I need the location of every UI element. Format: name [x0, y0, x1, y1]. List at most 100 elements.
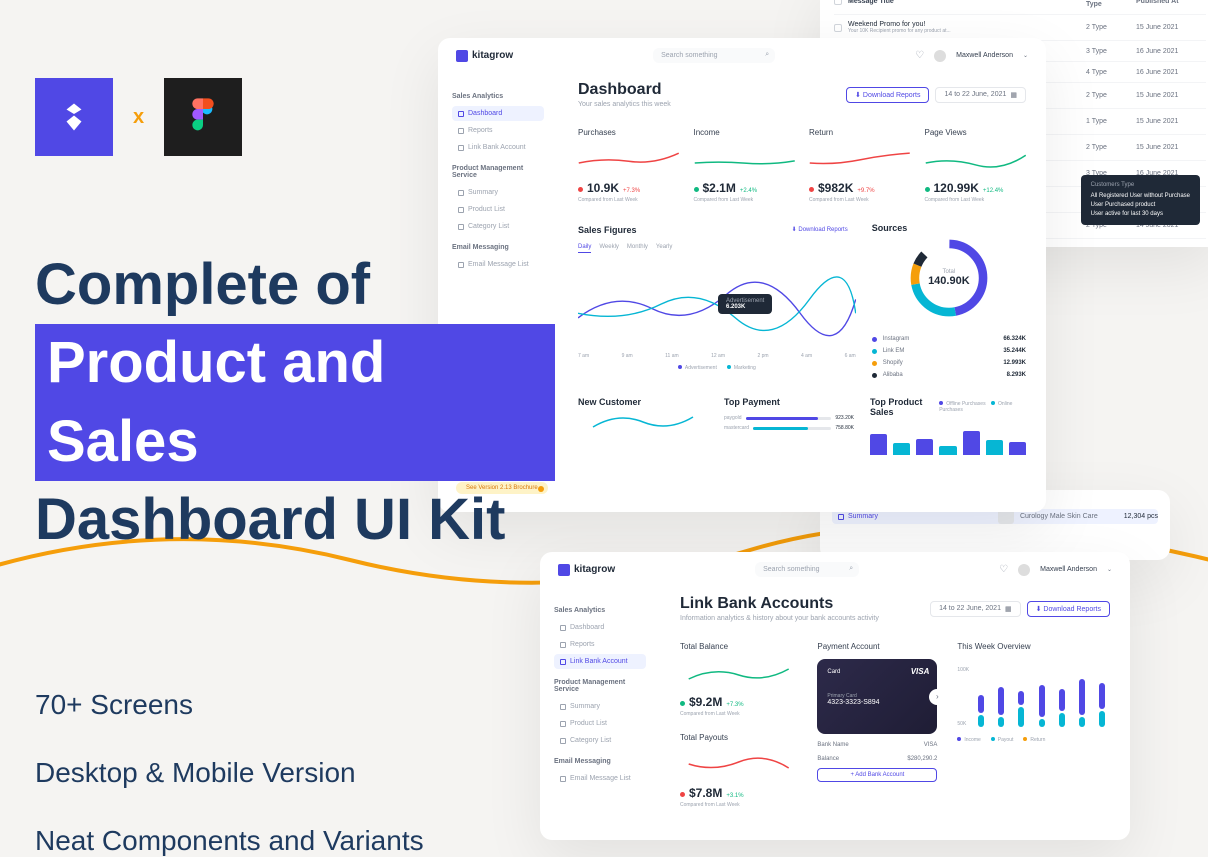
- top-payment-panel: Top Payment paygold923.20Kmastercard758.…: [724, 397, 854, 455]
- figures-tabs: Daily Weekly Monthly Yearly: [578, 244, 856, 253]
- grid-icon: [560, 625, 566, 631]
- metric-income: Income$2.1M+2.4%Compared from Last Week: [694, 128, 796, 203]
- headline-line3: Dashboard UI Kit: [35, 481, 555, 559]
- calendar-icon: ▦: [1010, 91, 1017, 99]
- metric-return: Return$982K+9.7%Compared from Last Week: [809, 128, 911, 203]
- bell-icon[interactable]: ♡: [999, 564, 1008, 575]
- credit-card[interactable]: Card VISA Primary Card 4323-3323-S894: [817, 659, 937, 734]
- kitagrow-logo: [35, 78, 113, 156]
- headline-line1: Complete of: [35, 246, 555, 324]
- user-name[interactable]: Maxwell Anderson: [1040, 566, 1097, 573]
- sidebar-item-emaillist[interactable]: Email Message List: [554, 771, 646, 786]
- source-item: Shopify12.993K: [872, 357, 1026, 369]
- page-subtitle: Your sales analytics this week: [578, 101, 671, 108]
- hero-panel: x Complete of Product and Sales Dashboar…: [35, 0, 555, 840]
- download-reports-link[interactable]: ⬇ Download Reports: [784, 223, 856, 236]
- user-name[interactable]: Maxwell Anderson: [956, 52, 1013, 59]
- sales-line-chart: Advertisement 6.203K: [578, 259, 856, 349]
- sources-donut: Total 140.90K: [904, 233, 994, 323]
- week-overview-panel: This Week Overview 100K50K: [957, 642, 1110, 808]
- sales-figures-panel: Sales Figures ⬇ Download Reports Daily W…: [578, 223, 856, 381]
- week-bars: [973, 667, 1110, 727]
- search-input[interactable]: Search something: [755, 562, 859, 577]
- date-range-picker[interactable]: 14 to 22 June, 2021▦: [930, 601, 1021, 617]
- product-pcs: 12,304 pcs: [1124, 513, 1158, 520]
- date-range-picker[interactable]: 14 to 22 June, 2021▦: [935, 87, 1026, 103]
- checkbox-icon[interactable]: [834, 0, 842, 5]
- brand: kitagrow: [558, 564, 615, 576]
- bank-subtitle: Information analytics & history about yo…: [680, 615, 879, 622]
- table-header-date: Published At: [1136, 0, 1206, 5]
- dashboard-main: Dashboard Your sales analytics this week…: [558, 73, 1046, 463]
- metrics-row: Purchases10.9K+7.3%Compared from Last We…: [578, 128, 1026, 203]
- headline: Complete of Product and Sales Dashboard …: [35, 246, 555, 559]
- table-header-type: Customers Type: [1086, 0, 1136, 8]
- total-balance-metric: Total Balance $9.2M+7.3% Compared from L…: [680, 642, 797, 808]
- product-name: Curology Male Skin Care: [1020, 513, 1098, 520]
- file-icon: [560, 642, 566, 648]
- sales-figures-title: Sales Figures: [578, 225, 637, 235]
- calendar-icon: ▦: [1005, 605, 1012, 613]
- sidebar-item-linkbank[interactable]: Link Bank Account: [554, 654, 646, 669]
- metric-page views: Page Views120.99K+12.4%Compared from Las…: [925, 128, 1027, 203]
- list-icon: [560, 704, 566, 710]
- logo-row: x: [35, 78, 555, 156]
- source-item: Link EM35.244K: [872, 345, 1026, 357]
- feature-3: Neat Components and Variants: [35, 825, 555, 857]
- metric-purchases: Purchases10.9K+7.3%Compared from Last We…: [578, 128, 680, 203]
- download-reports-button[interactable]: ⬇Download Reports: [846, 87, 929, 103]
- feature-2: Desktop & Mobile Version: [35, 757, 555, 789]
- tag-icon: [560, 738, 566, 744]
- sources-title: Sources: [872, 223, 1026, 233]
- sources-panel: Sources Total 140.90K Instag: [872, 223, 1026, 381]
- tab-daily[interactable]: Daily: [578, 244, 591, 253]
- card-next-button[interactable]: ›: [929, 689, 945, 705]
- chart-tooltip: Advertisement 6.203K: [718, 294, 772, 314]
- chevron-down-icon[interactable]: ⌄: [1107, 566, 1112, 573]
- x-axis: 7 am9 am11 am12 am2 pm4 am6 am: [578, 353, 856, 359]
- bell-icon[interactable]: ♡: [915, 50, 924, 61]
- chevron-down-icon[interactable]: ⌄: [1023, 52, 1028, 59]
- figures-legend: Advertisement Marketing: [578, 365, 856, 371]
- sidebar: Sales Analytics Dashboard Reports Link B…: [540, 587, 660, 816]
- avatar[interactable]: [934, 50, 946, 62]
- payment-bar: mastercard758.80K: [724, 425, 854, 431]
- bank-icon: [560, 659, 566, 665]
- top-product-sales-panel: Top Product Sales Offline Purchases Onli…: [870, 397, 1026, 455]
- x-separator: x: [133, 106, 144, 129]
- new-customer-panel: New Customer: [578, 397, 708, 455]
- list-icon: [838, 514, 844, 520]
- source-item: Alibaba8.293K: [872, 369, 1026, 381]
- payment-bar: paygold923.20K: [724, 415, 854, 421]
- mail-icon: [560, 776, 566, 782]
- sidebar-item-categorylist[interactable]: Category List: [554, 733, 646, 748]
- brand-icon: [558, 564, 570, 576]
- add-bank-account-button[interactable]: + Add Bank Account: [817, 768, 937, 782]
- checkbox-icon[interactable]: [834, 24, 842, 32]
- figma-logo: [164, 78, 242, 156]
- visa-logo: VISA: [911, 667, 930, 676]
- sidebar-item-reports[interactable]: Reports: [554, 637, 646, 652]
- download-reports-button[interactable]: ⬇ Download Reports: [1027, 601, 1110, 617]
- bank-title: Link Bank Accounts: [680, 595, 879, 613]
- sidebar-item-dashboard[interactable]: Dashboard: [554, 620, 646, 635]
- customers-type-tooltip: Customers Type All Registered User witho…: [1081, 175, 1200, 225]
- top-sales-bars: [870, 425, 1026, 455]
- feature-1: 70+ Screens: [35, 689, 555, 721]
- search-input[interactable]: Search something: [653, 48, 775, 63]
- headline-line2: Product and Sales: [35, 324, 555, 481]
- sidebar-item-productlist[interactable]: Product List: [554, 716, 646, 731]
- page-title: Dashboard: [578, 81, 671, 99]
- table-header-title: Message Title: [848, 0, 1086, 5]
- features-list: 70+ Screens Desktop & Mobile Version Nea…: [35, 689, 555, 857]
- sidebar-item-summary[interactable]: Summary: [554, 699, 646, 714]
- bank-card: kitagrow Search something ♡ Maxwell Ande…: [540, 552, 1130, 840]
- payment-account-panel: Payment Account Card VISA Primary Card 4…: [817, 642, 937, 808]
- tab-monthly[interactable]: Monthly: [627, 244, 648, 253]
- tab-yearly[interactable]: Yearly: [656, 244, 672, 253]
- box-icon: [560, 721, 566, 727]
- source-item: Instagram66.324K: [872, 333, 1026, 345]
- tab-weekly[interactable]: Weekly: [599, 244, 619, 253]
- avatar[interactable]: [1018, 564, 1030, 576]
- sources-list: Instagram66.324KLink EM35.244KShopify12.…: [872, 333, 1026, 381]
